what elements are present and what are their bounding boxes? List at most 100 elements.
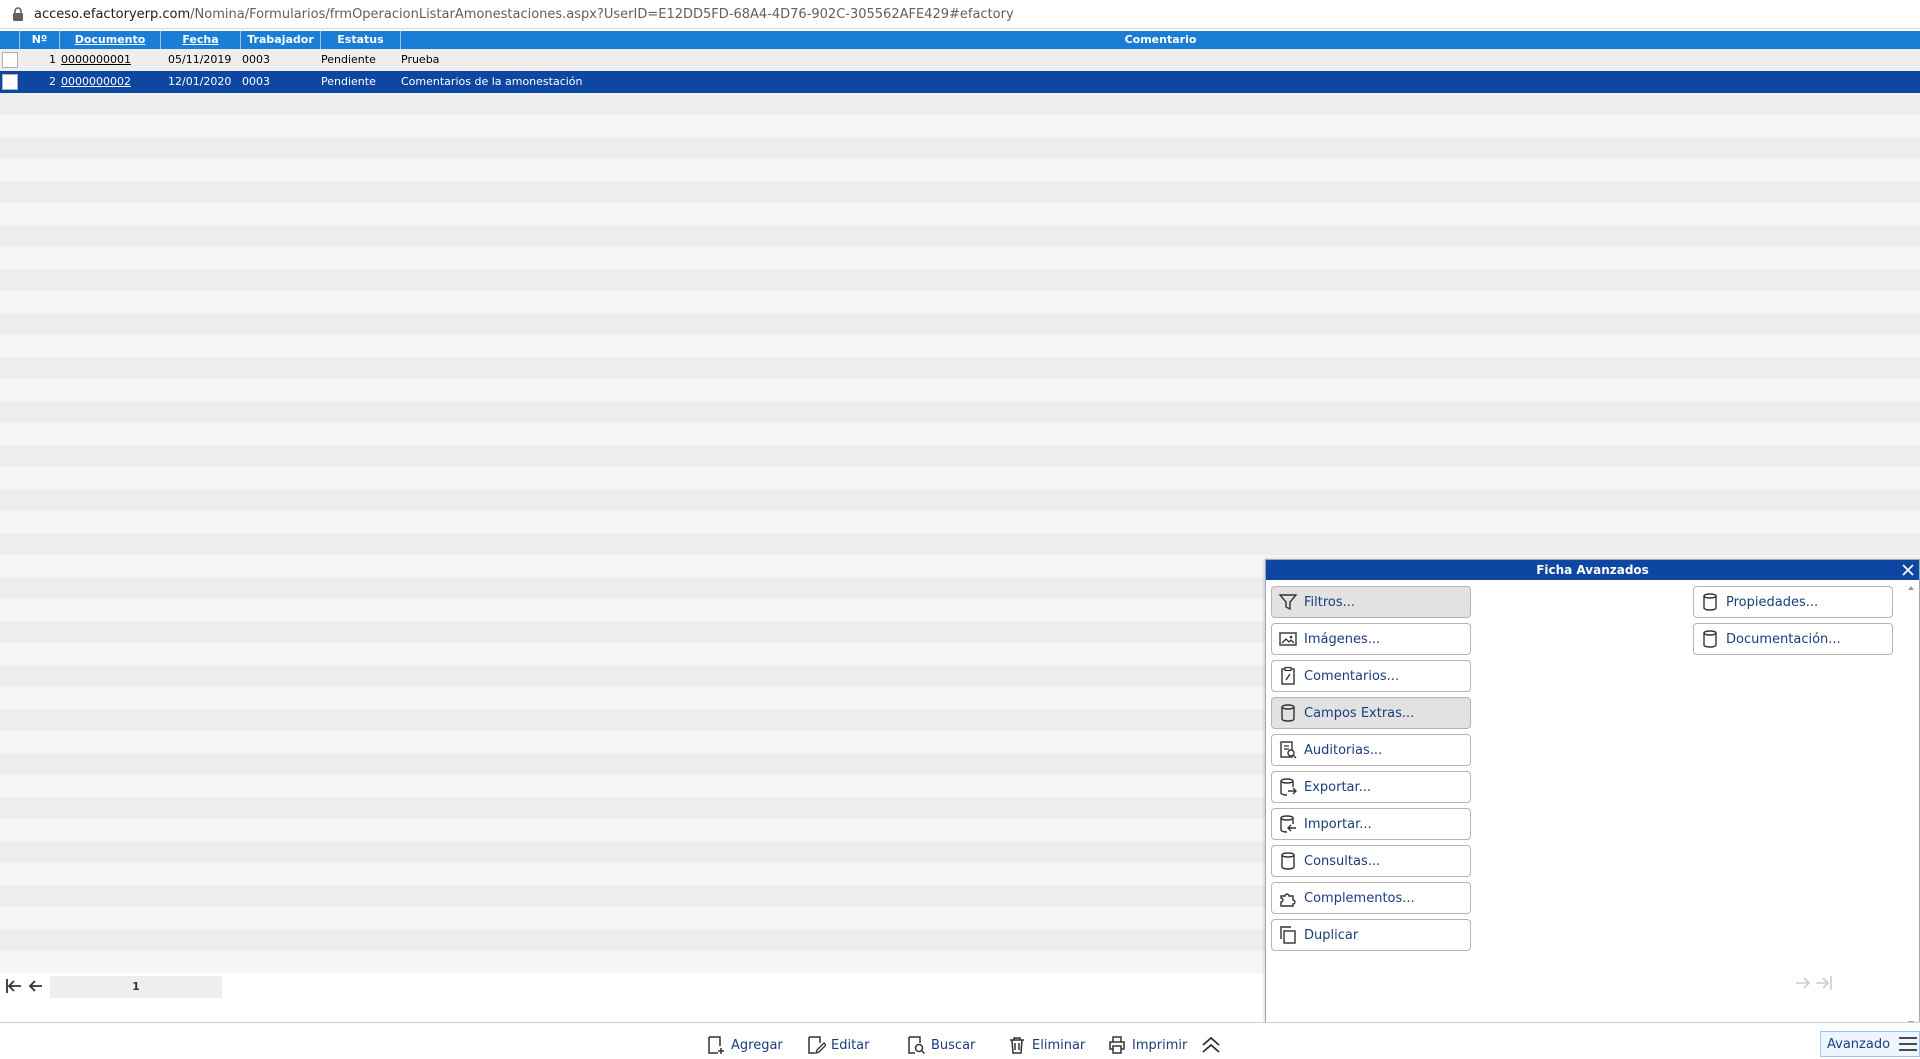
prev-page-icon[interactable] (26, 976, 46, 996)
agregar-label: Agregar (731, 1037, 783, 1053)
panel-button-label: Auditorias... (1304, 742, 1383, 758)
double-chevron-up-icon (1202, 1036, 1220, 1053)
row-estatus: Pendiente (321, 75, 376, 88)
panel-scrollbar[interactable] (1903, 580, 1919, 1031)
clipboard-icon (1281, 666, 1295, 685)
database-icon (1281, 852, 1295, 870)
header-num[interactable]: Nº (20, 31, 60, 49)
row-checkbox[interactable] (2, 74, 18, 90)
empty-row (0, 533, 1920, 555)
panel-button-importar[interactable]: Importar... (1271, 808, 1471, 840)
panel-button-label: Imágenes... (1304, 631, 1381, 647)
database-icon (1703, 630, 1717, 648)
grid-header: Nº Documento Fecha Trabajador Estatus Co… (0, 31, 1920, 49)
empty-row (0, 423, 1920, 445)
row-estatus: Pendiente (321, 53, 376, 66)
panel-button-filtros[interactable]: Filtros... (1271, 586, 1471, 618)
row-num: 2 (49, 75, 56, 88)
panel-title: Ficha Avanzados (1266, 560, 1919, 580)
row-fecha: 12/01/2020 (168, 75, 232, 88)
panel-button-campos-extras[interactable]: Campos Extras... (1271, 697, 1471, 729)
empty-row (0, 115, 1920, 137)
row-comentario: Comentarios de la amonestación (401, 75, 583, 88)
imprimir-button[interactable]: Imprimir (1107, 1033, 1187, 1057)
address-url: acceso.efactoryerp.com/Nomina/Formulario… (34, 6, 1014, 22)
eliminar-label: Eliminar (1032, 1037, 1086, 1053)
empty-row (0, 203, 1920, 225)
empty-row (0, 93, 1920, 115)
row-documento-link[interactable]: 0000000002 (61, 71, 131, 93)
row-documento-link[interactable]: 0000000001 (61, 49, 131, 71)
panel-button-label: Comentarios... (1304, 668, 1400, 684)
panel-button-label: Filtros... (1304, 594, 1356, 610)
header-comentario[interactable]: Comentario (401, 31, 1920, 49)
empty-row (0, 247, 1920, 269)
row-num: 1 (49, 53, 56, 66)
empty-row (0, 445, 1920, 467)
row-trabajador: 0003 (242, 75, 270, 88)
table-row-selected[interactable]: 2 0000000002 12/01/2020 0003 Pendiente C… (0, 71, 1920, 93)
row-comentario: Prueba (401, 53, 440, 66)
audit-icon (1280, 741, 1297, 759)
eliminar-button[interactable]: Eliminar (1007, 1033, 1085, 1057)
first-page-icon[interactable] (4, 976, 24, 996)
copy-icon (1280, 926, 1296, 944)
export-icon (1280, 778, 1297, 796)
panel-button-consultas[interactable]: Consultas... (1271, 845, 1471, 877)
panel-button-label: Campos Extras... (1304, 705, 1415, 721)
search-document-icon (908, 1036, 926, 1055)
panel-button-label: Importar... (1304, 816, 1372, 832)
panel-button-label: Exportar... (1304, 779, 1372, 795)
empty-row (0, 269, 1920, 291)
address-bar[interactable]: acceso.efactoryerp.com/Nomina/Formulario… (0, 0, 1920, 29)
buscar-button[interactable]: Buscar (906, 1033, 975, 1057)
panel-button-exportar[interactable]: Exportar... (1271, 771, 1471, 803)
empty-row (0, 511, 1920, 533)
panel-button-duplicar[interactable]: Duplicar (1271, 919, 1471, 951)
editar-button[interactable]: Editar (806, 1033, 870, 1057)
empty-row (0, 357, 1920, 379)
header-documento[interactable]: Documento (60, 31, 161, 49)
empty-row (0, 181, 1920, 203)
panel-button-label: Documentación... (1726, 631, 1841, 647)
import-icon (1280, 815, 1296, 833)
database-icon (1703, 593, 1717, 611)
database-icon (1281, 704, 1295, 722)
header-estatus[interactable]: Estatus (321, 31, 401, 49)
avanzado-button[interactable]: Avanzado (1820, 1031, 1920, 1057)
panel-button-complementos[interactable]: Complementos... (1271, 882, 1471, 914)
empty-row (0, 313, 1920, 335)
empty-row (0, 225, 1920, 247)
header-trabajador[interactable]: Trabajador (241, 31, 321, 49)
close-icon[interactable] (1900, 562, 1916, 578)
panel-button-label: Duplicar (1304, 927, 1359, 943)
edit-document-icon (808, 1036, 826, 1055)
empty-row (0, 159, 1920, 181)
panel-title-text: Ficha Avanzados (1536, 563, 1649, 577)
collapse-toolbar-button[interactable] (1200, 1033, 1227, 1057)
panel-button-comentarios[interactable]: Comentarios... (1271, 660, 1471, 692)
row-checkbox[interactable] (2, 52, 18, 68)
header-select-all[interactable] (0, 31, 20, 49)
lock-icon (13, 7, 23, 21)
panel-button-auditorias[interactable]: Auditorias... (1271, 734, 1471, 766)
panel-button-label: Complementos... (1304, 890, 1415, 906)
header-fecha[interactable]: Fecha (161, 31, 241, 49)
panel-button-label: Consultas... (1304, 853, 1381, 869)
panel-button-propiedades[interactable]: Propiedades... (1693, 586, 1893, 618)
imprimir-label: Imprimir (1132, 1037, 1188, 1053)
panel-nav-arrows-icon (1796, 976, 1832, 990)
panel-button-imágenes[interactable]: Imágenes... (1271, 623, 1471, 655)
empty-row (0, 489, 1920, 511)
avanzado-label: Avanzado (1827, 1036, 1891, 1052)
page-number[interactable]: 1 (50, 976, 222, 998)
panel-button-label: Propiedades... (1726, 594, 1819, 610)
image-icon (1279, 632, 1297, 646)
table-row[interactable]: 1 0000000001 05/11/2019 0003 Pendiente P… (0, 49, 1920, 71)
puzzle-icon (1280, 893, 1296, 907)
panel-button-documentación[interactable]: Documentación... (1693, 623, 1893, 655)
filter-icon (1278, 594, 1298, 611)
ficha-avanzados-panel: Ficha Avanzados Filtros... Imágenes... Com… (1265, 559, 1920, 1032)
agregar-button[interactable]: Agregar (706, 1033, 783, 1057)
empty-row (0, 335, 1920, 357)
